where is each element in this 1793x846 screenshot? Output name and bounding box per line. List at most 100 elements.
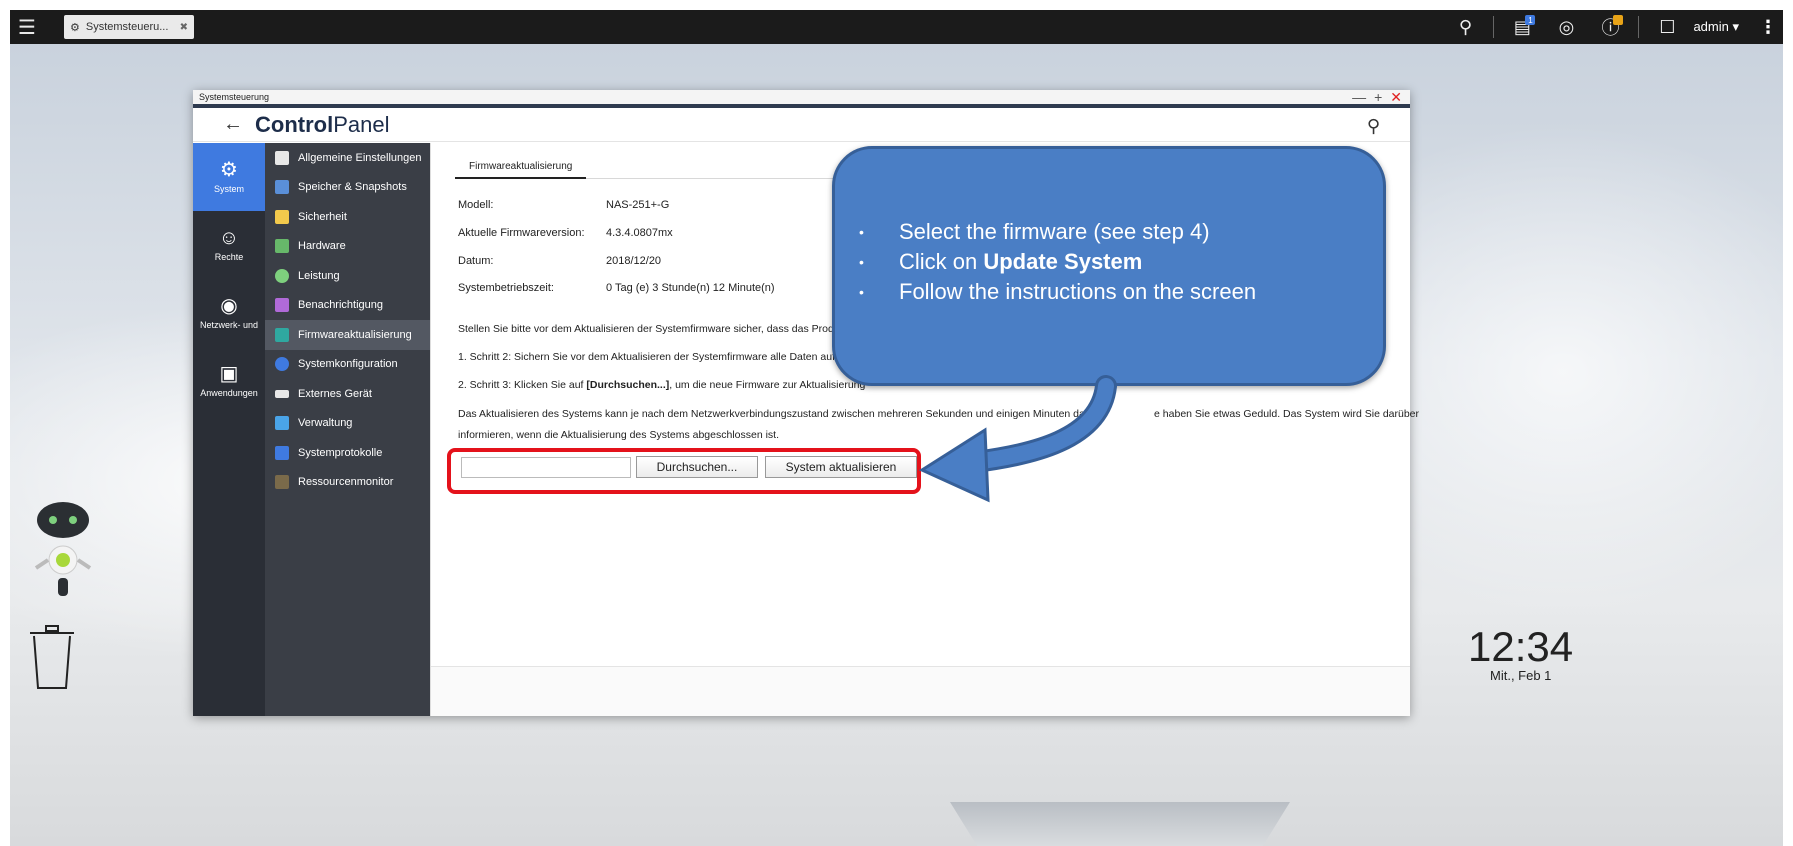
search-icon[interactable]: ⚲	[1443, 10, 1487, 44]
globe-icon: ◉	[220, 295, 238, 317]
divider	[1493, 16, 1495, 38]
submenu-label: Benachrichtigung	[298, 299, 384, 312]
taskbar-tab-systemsteuerung[interactable]: ⚙ Systemsteueru... ✖	[64, 15, 194, 39]
app-title-rest: Panel	[333, 111, 390, 137]
instruction-step-1: 1. Schritt 2: Sichern Sie vor dem Aktual…	[458, 351, 835, 363]
info-row-firmwareversion: Aktuelle Firmwareversion: 4.3.4.0807mx	[458, 227, 673, 239]
callout-text: Click on	[899, 249, 984, 274]
submenu-ressourcenmonitor[interactable]: Ressourcenmonitor	[265, 468, 430, 498]
info-label: Modell:	[458, 199, 494, 211]
nav-anwendungen[interactable]: ▣ Anwendungen	[193, 347, 265, 415]
submenu-label: Leistung	[298, 269, 340, 282]
user-menu[interactable]: admin ▾	[1689, 19, 1753, 35]
taskbar-tab-label: Systemsteueru...	[85, 21, 169, 33]
control-panel-header: ← Control Panel	[193, 108, 1410, 142]
info-label: Systembetriebszeit:	[458, 282, 554, 294]
notification-icon	[275, 298, 289, 313]
apps-icon: ▣	[219, 363, 239, 385]
back-arrow-icon[interactable]: ←	[223, 113, 243, 136]
log-icon	[275, 445, 289, 460]
nav-label: Anwendungen	[200, 388, 258, 398]
submenu-label: Speicher & Snapshots	[298, 181, 407, 194]
more-options-icon[interactable]: ⋮	[1753, 17, 1783, 38]
step-text: 2. Schritt 3: Klicken Sie auf	[458, 379, 587, 391]
bullet: •	[859, 254, 864, 270]
system-submenu: Allgemeine Einstellungen Speicher & Snap…	[265, 143, 430, 716]
submenu-verwaltung[interactable]: Verwaltung	[265, 409, 430, 439]
callout-item: • Follow the instructions on the screen	[859, 277, 1383, 307]
submenu-allgemeine-einstellungen[interactable]: Allgemeine Einstellungen	[265, 143, 430, 173]
app-title-bold: Control	[255, 111, 334, 137]
instruction-intro: Stellen Sie bitte vor dem Aktualisieren …	[458, 323, 840, 335]
resource-monitor-icon	[275, 475, 289, 490]
user-name: admin	[1693, 19, 1729, 34]
note-text: Das Aktualisieren des Systems kann je na…	[458, 408, 1101, 420]
callout-item: • Select the firmware (see step 4)	[859, 217, 1383, 247]
step-text: , um die neue Firmware zur Aktualisierun…	[669, 379, 866, 391]
close-icon[interactable]: ✕	[1390, 90, 1402, 104]
nav-label: Netzwerk- und	[199, 320, 259, 330]
callout-text: Follow the instructions on the screen	[899, 279, 1257, 304]
info-value: 4.3.4.0807mx	[606, 227, 673, 239]
trash-icon[interactable]	[28, 624, 76, 690]
gear-icon: ⚙	[70, 21, 80, 34]
info-row-betriebszeit: Systembetriebszeit: 0 Tag (e) 3 Stunde(n…	[458, 282, 775, 294]
window-status-bar	[431, 666, 1410, 716]
external-device-icon[interactable]: ◎	[1544, 10, 1588, 44]
info-value: 2018/12/20	[606, 255, 662, 267]
tasks-badge: 1	[1525, 15, 1536, 25]
storage-icon	[275, 180, 289, 195]
user-icon[interactable]: ☐	[1645, 10, 1689, 44]
main-menu-icon[interactable]: ☰	[10, 10, 44, 44]
nav-rechte[interactable]: ☺ Rechte	[193, 211, 265, 279]
nav-label: Rechte	[214, 252, 244, 262]
info-label: Datum:	[458, 255, 494, 267]
submenu-firmwareaktualisierung[interactable]: Firmwareaktualisierung	[265, 320, 430, 350]
nav-netzwerk[interactable]: ◉ Netzwerk- und	[193, 279, 265, 347]
submenu-leistung[interactable]: Leistung	[265, 261, 430, 291]
event-notification-icon[interactable]: ⓘ	[1588, 10, 1632, 44]
external-drive-icon	[275, 389, 289, 398]
submenu-hardware[interactable]: Hardware	[265, 232, 430, 262]
nav-system[interactable]: ⚙ System	[193, 143, 265, 211]
submenu-benachrichtigung[interactable]: Benachrichtigung	[265, 291, 430, 321]
callout-item: • Click on Update System	[859, 247, 1383, 277]
divider	[1638, 16, 1640, 38]
info-value: NAS-251+-G	[606, 199, 670, 211]
submenu-label: Verwaltung	[298, 417, 353, 430]
note-text: e haben Sie etwas Geduld. Das System wir…	[1154, 408, 1420, 420]
update-note-line-2: informieren, wenn die Aktualisierung des…	[458, 429, 779, 441]
lock-icon	[275, 209, 289, 224]
submenu-label: Allgemeine Einstellungen	[298, 151, 422, 164]
info-label: Aktuelle Firmwareversion:	[458, 227, 585, 239]
nav-label: System	[213, 184, 244, 194]
instruction-callout: • Select the firmware (see step 4) • Click…	[832, 146, 1386, 386]
desktop-clock: 12:34	[1468, 623, 1574, 670]
config-icon	[275, 357, 289, 372]
notification-badge	[1613, 15, 1624, 25]
submenu-label: Firmwareaktualisierung	[298, 328, 412, 341]
submenu-speicher-snapshots[interactable]: Speicher & Snapshots	[265, 173, 430, 203]
instruction-step-2: 2. Schritt 3: Klicken Sie auf [Durchsuch…	[458, 379, 865, 391]
submenu-sicherheit[interactable]: Sicherheit	[265, 202, 430, 232]
submenu-label: Sicherheit	[298, 210, 347, 223]
minimize-icon[interactable]: —	[1352, 90, 1366, 104]
window-titlebar[interactable]: Systemsteuerung — + ✕	[193, 90, 1410, 108]
submenu-systemkonfiguration[interactable]: Systemkonfiguration	[265, 350, 430, 380]
tab-firmwareaktualisierung[interactable]: Firmwareaktualisierung	[455, 155, 587, 179]
window-title: Systemsteuerung	[199, 92, 270, 102]
close-tab-icon[interactable]: ✖	[180, 22, 188, 33]
submenu-systemprotokolle[interactable]: Systemprotokolle	[265, 438, 430, 468]
highlight-box	[447, 448, 921, 494]
settings-icon	[275, 150, 289, 165]
maximize-icon[interactable]: +	[1374, 90, 1382, 104]
panel-search-icon[interactable]: ⚲	[1367, 116, 1380, 137]
helpdesk-robot-icon[interactable]	[18, 498, 108, 608]
submenu-externes-geraet[interactable]: Externes Gerät	[265, 379, 430, 409]
background-tasks-icon[interactable]: ▤ 1	[1500, 10, 1544, 44]
hardware-icon	[275, 239, 289, 254]
info-row-datum: Datum: 2018/12/20	[458, 255, 661, 267]
monitor-icon	[275, 416, 289, 431]
top-bar: ☰ ⚙ Systemsteueru... ✖ ⚲ ▤ 1 ◎ ⓘ ☐ admin …	[10, 10, 1783, 44]
info-row-modell: Modell: NAS-251+-G	[458, 199, 669, 211]
